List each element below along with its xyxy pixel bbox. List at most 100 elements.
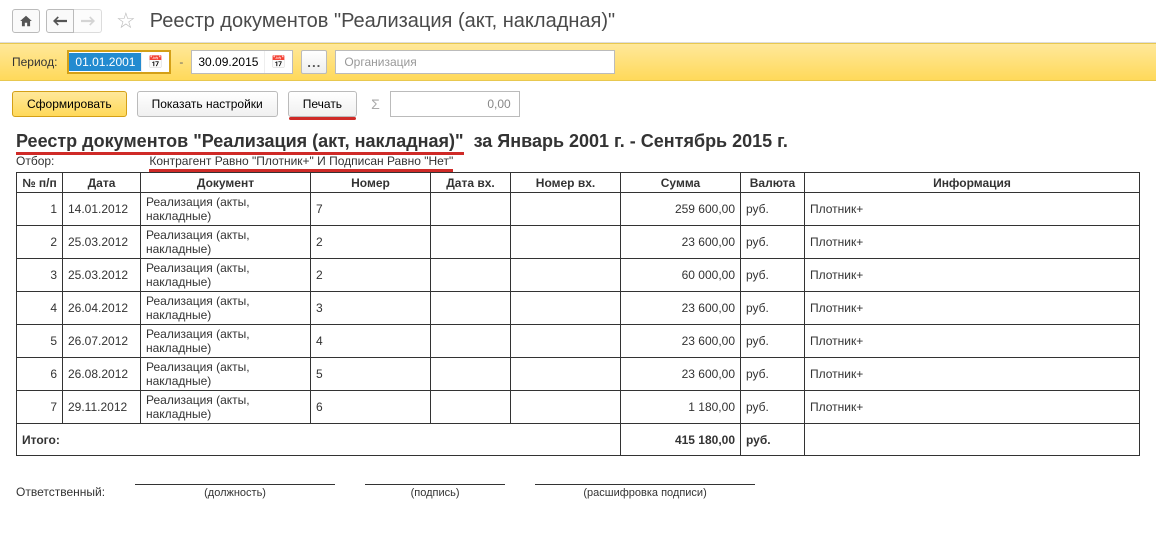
totals-label: Итого:: [17, 424, 621, 456]
favorite-star-icon[interactable]: ☆: [116, 8, 136, 34]
print-label: Печать: [303, 97, 342, 111]
date-from-input[interactable]: [69, 53, 141, 71]
cell-nomerin: [511, 193, 621, 226]
cell-doc: Реализация (акты, накладные): [141, 193, 311, 226]
cell-nomer: 7: [311, 193, 431, 226]
sig-position: (должность): [135, 484, 335, 499]
cell-currency: руб.: [741, 259, 805, 292]
table-row[interactable]: 114.01.2012Реализация (акты, накладные)7…: [17, 193, 1140, 226]
cell-datein: [431, 226, 511, 259]
cell-info: Плотник+: [805, 358, 1140, 391]
cell-info: Плотник+: [805, 259, 1140, 292]
col-currency: Валюта: [741, 173, 805, 193]
cell-nomerin: [511, 391, 621, 424]
table-row[interactable]: 325.03.2012Реализация (акты, накладные)2…: [17, 259, 1140, 292]
print-button[interactable]: Печать: [288, 91, 357, 117]
period-bar: Период: 📅 - 📅 ...: [0, 43, 1156, 81]
cell-sum: 1 180,00: [621, 391, 741, 424]
cell-num: 7: [17, 391, 63, 424]
col-num: № п/п: [17, 173, 63, 193]
cell-doc: Реализация (акты, накладные): [141, 325, 311, 358]
table-row[interactable]: 626.08.2012Реализация (акты, накладные)5…: [17, 358, 1140, 391]
cell-nomer: 6: [311, 391, 431, 424]
cell-nomer: 5: [311, 358, 431, 391]
cell-nomer: 3: [311, 292, 431, 325]
cell-datein: [431, 259, 511, 292]
cell-currency: руб.: [741, 226, 805, 259]
filter-label: Отбор:: [16, 154, 146, 168]
col-info: Информация: [805, 173, 1140, 193]
cell-currency: руб.: [741, 325, 805, 358]
cell-datein: [431, 391, 511, 424]
cell-nomer: 4: [311, 325, 431, 358]
header-row: № п/п Дата Документ Номер Дата вх. Номер…: [17, 173, 1140, 193]
cell-nomerin: [511, 358, 621, 391]
table-row[interactable]: 426.04.2012Реализация (акты, накладные)3…: [17, 292, 1140, 325]
table-row[interactable]: 225.03.2012Реализация (акты, накладные)2…: [17, 226, 1140, 259]
arrow-left-icon: [53, 16, 67, 26]
report-title-label: Реестр документов "Реализация (акт, накл…: [16, 131, 464, 155]
date-to-field[interactable]: 📅: [191, 50, 293, 74]
signature-section: Ответственный: (должность) (подпись) (ра…: [16, 484, 1140, 499]
filter-value: Контрагент Равно "Плотник+" И Подписан Р…: [149, 154, 453, 172]
cell-datein: [431, 193, 511, 226]
nav-back-forward: [46, 9, 102, 33]
toolbar: Сформировать Показать настройки Печать Σ: [0, 81, 1156, 127]
cell-info: Плотник+: [805, 292, 1140, 325]
filter-row: Отбор: Контрагент Равно "Плотник+" И Под…: [16, 154, 1140, 168]
col-doc: Документ: [141, 173, 311, 193]
cell-num: 2: [17, 226, 63, 259]
table-row[interactable]: 526.07.2012Реализация (акты, накладные)4…: [17, 325, 1140, 358]
cell-nomer: 2: [311, 226, 431, 259]
forward-button[interactable]: [74, 9, 102, 33]
cell-datein: [431, 325, 511, 358]
home-button[interactable]: [12, 9, 40, 33]
cell-currency: руб.: [741, 193, 805, 226]
cell-date: 14.01.2012: [63, 193, 141, 226]
sum-display[interactable]: [390, 91, 520, 117]
cell-currency: руб.: [741, 358, 805, 391]
report-title-period: за Январь 2001 г. - Сентябрь 2015 г.: [474, 131, 788, 151]
cell-sum: 23 600,00: [621, 358, 741, 391]
cell-sum: 23 600,00: [621, 325, 741, 358]
back-button[interactable]: [46, 9, 74, 33]
cell-nomer: 2: [311, 259, 431, 292]
cell-date: 25.03.2012: [63, 226, 141, 259]
cell-info: Плотник+: [805, 391, 1140, 424]
date-from-field[interactable]: 📅: [67, 50, 171, 74]
totals-sum: 415 180,00: [621, 424, 741, 456]
cell-info: Плотник+: [805, 325, 1140, 358]
red-highlight: [289, 117, 356, 120]
cell-info: Плотник+: [805, 226, 1140, 259]
cell-datein: [431, 358, 511, 391]
cell-num: 5: [17, 325, 63, 358]
sig-sign: (подпись): [365, 484, 505, 499]
cell-date: 25.03.2012: [63, 259, 141, 292]
calendar-icon[interactable]: 📅: [141, 52, 169, 72]
cell-doc: Реализация (акты, накладные): [141, 391, 311, 424]
table-row[interactable]: 729.11.2012Реализация (акты, накладные)6…: [17, 391, 1140, 424]
cell-nomerin: [511, 325, 621, 358]
cell-num: 6: [17, 358, 63, 391]
data-table: № п/п Дата Документ Номер Дата вх. Номер…: [16, 172, 1140, 456]
col-date: Дата: [63, 173, 141, 193]
cell-nomerin: [511, 226, 621, 259]
show-settings-button[interactable]: Показать настройки: [137, 91, 278, 117]
responsible-label: Ответственный:: [16, 485, 105, 499]
cell-num: 1: [17, 193, 63, 226]
calendar-icon[interactable]: 📅: [264, 51, 292, 73]
col-nomerin: Номер вх.: [511, 173, 621, 193]
sigma-icon: Σ: [371, 96, 380, 112]
cell-sum: 259 600,00: [621, 193, 741, 226]
cell-date: 26.04.2012: [63, 292, 141, 325]
cell-currency: руб.: [741, 292, 805, 325]
cell-doc: Реализация (акты, накладные): [141, 226, 311, 259]
col-sum: Сумма: [621, 173, 741, 193]
cell-nomerin: [511, 292, 621, 325]
date-to-input[interactable]: [192, 53, 264, 71]
sig-name: (расшифровка подписи): [535, 484, 755, 499]
period-ellipsis-button[interactable]: ...: [301, 50, 327, 74]
generate-button[interactable]: Сформировать: [12, 91, 127, 117]
organization-input[interactable]: [335, 50, 615, 74]
totals-info: [805, 424, 1140, 456]
